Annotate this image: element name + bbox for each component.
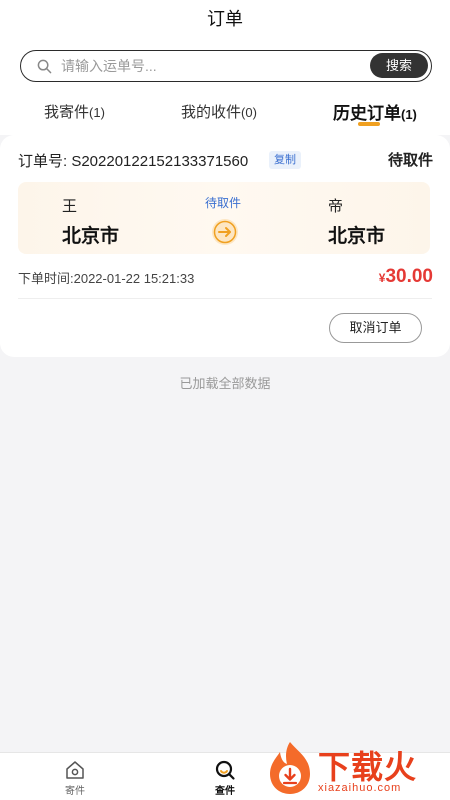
order-time: 下单时间:2022-01-22 15:21:33 — [18, 271, 195, 286]
route-panel: 王 北京市 待取件 帝 北京市 — [18, 182, 430, 254]
search-icon — [215, 760, 235, 780]
page-title: 订单 — [207, 9, 243, 29]
search-icon — [37, 59, 52, 74]
order-status: 待取件 — [387, 152, 433, 169]
route-status: 待取件 — [205, 196, 242, 210]
tab-my-received[interactable]: 我的收件(0) — [181, 101, 257, 122]
tab-label: 我寄件 — [44, 104, 90, 121]
active-tab-indicator — [358, 122, 380, 126]
price-amount: 30.00 — [385, 266, 433, 287]
nav-send[interactable]: 寄件 — [45, 759, 105, 797]
cancel-order-button[interactable]: 取消订单 — [329, 313, 422, 343]
order-number: 订单号: S20220122152133371560 — [18, 153, 249, 170]
receiver-city: 北京市 — [328, 226, 386, 247]
fire-logo-icon — [270, 742, 310, 794]
tab-count: (0) — [241, 105, 257, 120]
tab-label: 历史订单 — [333, 104, 401, 123]
search-input[interactable] — [61, 54, 381, 78]
watermark-url: xiazaihuo.com — [318, 782, 402, 794]
home-icon — [66, 761, 84, 779]
tab-count: (1) — [89, 105, 105, 120]
nav-label: 寄件 — [65, 786, 85, 797]
arrow-right-icon — [212, 219, 238, 245]
search-button[interactable]: 搜索 — [370, 53, 428, 78]
order-price: ¥30.00 — [379, 266, 433, 288]
all-loaded-note: 已加载全部数据 — [179, 376, 271, 391]
top-area: 订单 搜索 我寄件(1) 我的收件(0) 历史订单(1) — [0, 0, 450, 135]
search-bar: 搜索 — [20, 50, 432, 82]
receiver-name: 帝 — [328, 198, 344, 215]
nav-label: 查件 — [215, 786, 235, 797]
sender-name: 王 — [62, 198, 78, 215]
tab-count: (1) — [401, 107, 417, 122]
divider — [18, 298, 432, 299]
order-tabs: 我寄件(1) 我的收件(0) 历史订单(1) — [0, 98, 450, 130]
tab-history-orders[interactable]: 历史订单(1) — [333, 99, 417, 124]
watermark: 下载火 xiazaihuo.com — [260, 738, 450, 800]
copy-button[interactable]: 复制 — [269, 151, 301, 169]
nav-track[interactable]: 查件 — [195, 759, 255, 797]
tab-label: 我的收件 — [181, 104, 242, 121]
sender-city: 北京市 — [62, 226, 120, 247]
tab-my-sent[interactable]: 我寄件(1) — [44, 101, 105, 122]
order-card[interactable]: 订单号: S20220122152133371560 复制 待取件 王 北京市 … — [0, 135, 450, 357]
